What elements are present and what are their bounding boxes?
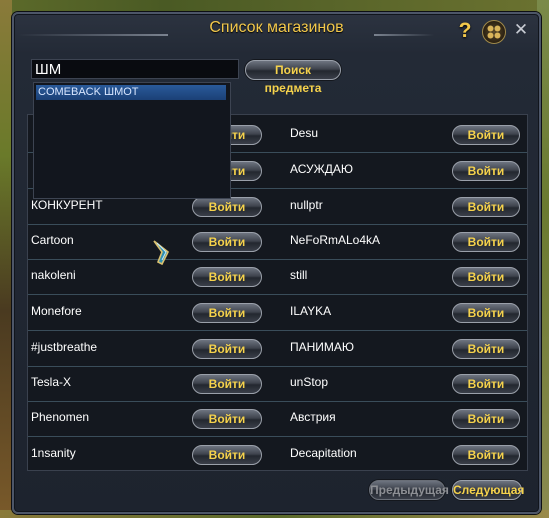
shop-name-right: Desu: [290, 126, 319, 140]
enter-shop-button[interactable]: Войти: [192, 339, 262, 359]
enter-shop-button[interactable]: Войти: [452, 303, 520, 323]
shop-list-window: Список магазинов ? ✕ Поиск предмета Войт…: [12, 12, 541, 514]
enter-shop-button[interactable]: Войти: [452, 125, 520, 145]
search-suggestions: COMEBACK ШМОТ: [33, 82, 231, 199]
enter-shop-button[interactable]: Войти: [452, 267, 520, 287]
shop-name-left: #justbreathe: [31, 340, 98, 354]
enter-shop-button[interactable]: Войти: [452, 445, 520, 465]
shop-name-right: ILAYKA: [290, 304, 332, 318]
row-divider: [28, 436, 527, 437]
row-divider: [28, 366, 527, 367]
shop-name-left: Monefore: [31, 304, 82, 318]
enter-shop-button[interactable]: Войти: [192, 232, 262, 252]
search-input[interactable]: [31, 59, 239, 79]
previous-page-button[interactable]: Предыдущая: [369, 480, 449, 500]
enter-shop-button[interactable]: Войти: [192, 303, 262, 323]
shop-name-left: nakoleni: [31, 268, 76, 282]
help-icon[interactable]: ?: [455, 19, 475, 43]
shop-name-right: Decapitation: [290, 446, 357, 460]
row-divider: [28, 401, 527, 402]
shop-name-left: Phenomen: [31, 410, 90, 424]
suggestion-item[interactable]: COMEBACK ШМОТ: [36, 85, 226, 100]
next-page-button[interactable]: Следующая: [452, 480, 524, 500]
shop-name-right: still: [290, 268, 308, 282]
shop-name-right: nullptr: [290, 198, 323, 212]
row-divider: [28, 330, 527, 331]
enter-shop-button[interactable]: Войти: [192, 409, 262, 429]
enter-shop-button[interactable]: Войти: [192, 445, 262, 465]
enter-shop-button[interactable]: Войти: [452, 197, 520, 217]
shop-name-left: Tesla-X: [31, 375, 72, 389]
row-divider: [28, 224, 527, 225]
enter-shop-button[interactable]: Войти: [192, 267, 262, 287]
enter-shop-button[interactable]: Войти: [192, 197, 262, 217]
row-divider: [28, 259, 527, 260]
shop-name-right: Австрия: [290, 410, 336, 424]
enter-shop-button[interactable]: Войти: [452, 232, 520, 252]
enter-shop-button[interactable]: Войти: [452, 161, 520, 181]
enter-shop-button[interactable]: Войти: [452, 374, 520, 394]
shop-name-left: Cartoon: [31, 233, 74, 247]
shop-name-right: NeFoRmALo4kA: [290, 233, 381, 247]
shop-name-left: 1nsanity: [31, 446, 76, 460]
close-icon[interactable]: ✕: [512, 21, 530, 39]
game-scene-left: [0, 0, 12, 518]
menu-icon[interactable]: [482, 20, 506, 44]
titlebar: Список магазинов ? ✕: [14, 14, 539, 48]
row-divider: [28, 294, 527, 295]
enter-shop-button[interactable]: Войти: [192, 374, 262, 394]
enter-shop-button[interactable]: Войти: [452, 409, 520, 429]
shop-name-right: unStop: [290, 375, 329, 389]
search-item-button[interactable]: Поиск предмета: [245, 60, 341, 95]
enter-shop-button[interactable]: Войти: [452, 339, 520, 359]
crystal-emblem-icon: [153, 240, 170, 266]
shop-name-right: ПАНИМАЮ: [290, 340, 355, 354]
shop-name-right: АСУЖДАЮ: [290, 162, 353, 176]
